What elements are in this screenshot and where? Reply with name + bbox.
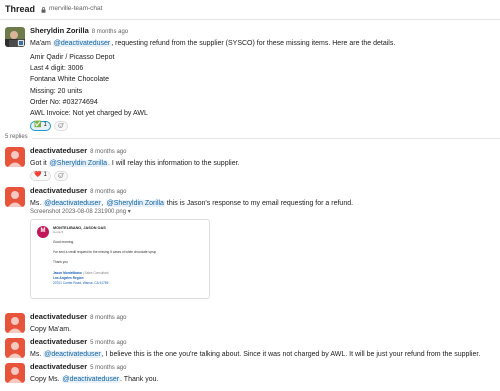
replies-count: 5 replies — [5, 134, 28, 141]
thread-title: Thread — [5, 3, 36, 14]
user-mention[interactable]: @deactivateduser — [61, 375, 121, 383]
text-part: Ma'am — [30, 39, 53, 47]
message-text: Copy Ma'am. — [30, 325, 72, 333]
detail-line: Fontana White Chocolate — [30, 76, 109, 84]
author-name[interactable]: deactivateduser — [30, 337, 87, 346]
email-signature-region: Los Angeles Region — [53, 276, 84, 280]
author-name[interactable]: deactivateduser — [30, 312, 87, 321]
text-part: Got it — [30, 159, 49, 167]
email-body: I've sent a credit request for the missi… — [53, 250, 157, 254]
avatar[interactable] — [5, 313, 25, 333]
order-details: Amir Qadir / Picasso Depot Last 4 digit:… — [30, 52, 495, 120]
author-name[interactable]: deactivateduser — [30, 362, 87, 371]
attachment-filename[interactable]: Screenshot 2023-08-08 231900.png ▾ — [30, 209, 495, 217]
author-name[interactable]: Sheryldin Zorilla — [30, 26, 89, 35]
text-part: , requesting refund from the supplier (S… — [111, 39, 396, 47]
text-part: this is Jason's response to my email req… — [164, 199, 354, 207]
text-part: Ms. — [30, 350, 44, 358]
message-text: Copy Ms. @deactivateduser. Thank you. — [30, 375, 495, 384]
message-time[interactable]: 5 months ago — [90, 365, 126, 371]
reaction-check[interactable]: ✅ 1 — [30, 120, 51, 131]
email-recipient: to me ▾ — [53, 230, 63, 234]
detail-line: Amir Qadir / Picasso Depot — [30, 53, 115, 61]
user-mention[interactable]: @Sheryldin Zorilla — [48, 159, 108, 167]
avatar[interactable] — [5, 363, 25, 383]
message-time[interactable]: 8 months ago — [90, 149, 126, 155]
avatar[interactable] — [5, 187, 25, 207]
message-time[interactable]: 8 months ago — [90, 315, 126, 321]
reaction-emoji: ✅ — [34, 121, 42, 128]
reactions: ✅ 1 — [30, 120, 495, 131]
replies-divider: 5 replies — [0, 133, 500, 143]
message-text: Ma'am @deactivateduser, requesting refun… — [30, 39, 495, 48]
message-text: Ms. @deactivateduser, @Sheryldin Zorilla… — [30, 199, 495, 208]
text-part: , I believe this is the one you're talki… — [101, 350, 481, 358]
detail-line: Missing: 20 units — [30, 87, 83, 95]
add-reaction-icon[interactable] — [53, 120, 68, 131]
text-part: Ms. — [30, 199, 44, 207]
avatar[interactable] — [5, 338, 25, 358]
avatar[interactable] — [5, 147, 25, 167]
message-time[interactable]: 8 months ago — [90, 189, 126, 195]
detail-line: Last 4 digit: 3006 — [30, 65, 84, 73]
reactions: ❤️ 1 — [30, 170, 495, 181]
signature-name: Jason Montelibano — [53, 271, 82, 275]
detail-line: AWL Invoice: Not yet charged by AWL — [30, 110, 148, 118]
add-reaction-icon[interactable] — [53, 170, 68, 181]
user-mention[interactable]: @deactivateduser — [43, 199, 102, 207]
email-thanks: Thank you — [53, 260, 68, 264]
lock-icon — [41, 6, 46, 13]
signature-role: | Sales Consultant — [81, 271, 109, 275]
detail-line: Order No: #03274694 — [30, 99, 98, 107]
text-part: . Thank you. — [120, 375, 159, 383]
message-time[interactable]: 8 months ago — [92, 29, 128, 35]
thread-header: Thread merville-team-chat — [0, 0, 500, 20]
reaction-count: 1 — [43, 171, 47, 178]
message-time[interactable]: 5 months ago — [90, 340, 126, 346]
user-mention[interactable]: @Sheryldin Zorilla — [105, 199, 165, 207]
reaction-heart[interactable]: ❤️ 1 — [30, 170, 51, 181]
message-text: Ms. @deactivateduser, I believe this is … — [30, 350, 495, 359]
author-name[interactable]: deactivateduser — [30, 186, 87, 195]
email-signature-name: Jason Montelibano | Sales Consultant — [53, 271, 109, 275]
user-mention[interactable]: @deactivateduser — [52, 39, 112, 47]
avatar[interactable] — [5, 27, 25, 47]
email-greeting: Good morning, — [53, 240, 75, 244]
text-part: Copy Ms. — [30, 375, 62, 383]
author-name[interactable]: deactivateduser — [30, 146, 87, 155]
user-mention[interactable]: @deactivateduser — [43, 350, 102, 358]
screenshot-attachment[interactable]: M MONTELIBANO, JASON OAS to me ▾ Good mo… — [30, 219, 210, 299]
channel-name[interactable]: merville-team-chat — [49, 5, 102, 13]
reaction-count: 1 — [43, 121, 47, 128]
message-text: Got it @Sheryldin Zorilla. I will relay … — [30, 159, 495, 168]
email-sender-avatar: M — [37, 226, 49, 238]
divider-line — [31, 137, 500, 139]
email-signature-address: 20701 Currier Road, Walnut, CA 91789 — [53, 281, 109, 285]
text-part: . I will relay this information to the s… — [107, 159, 240, 167]
reaction-emoji: ❤️ — [34, 171, 42, 178]
